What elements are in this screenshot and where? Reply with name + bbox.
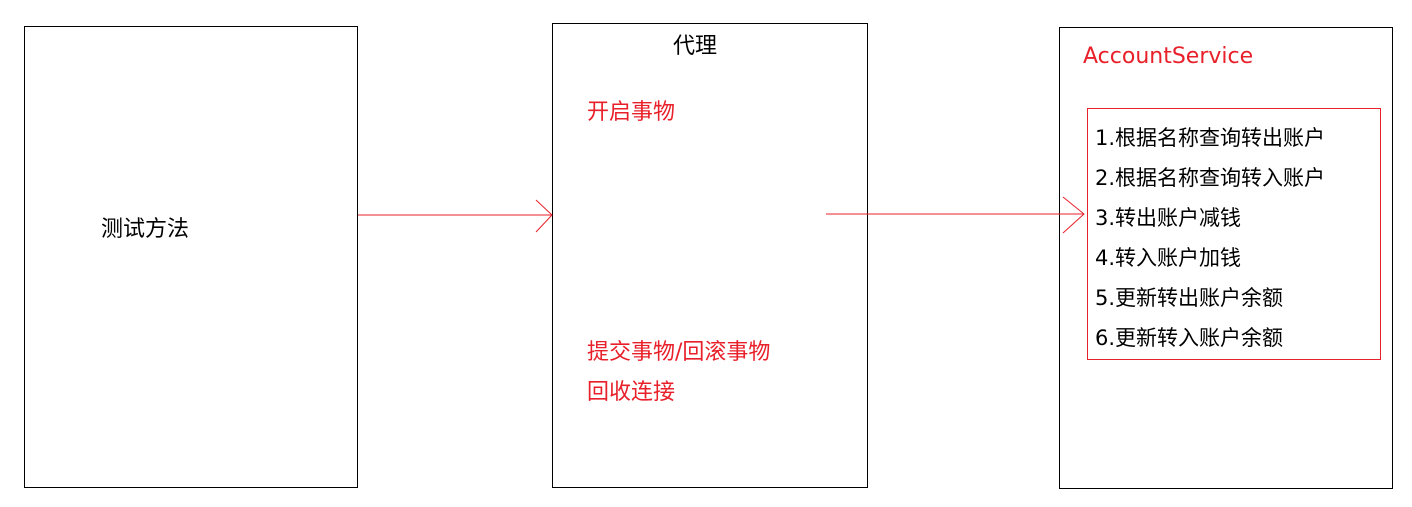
begin-transaction-label: 开启事物 <box>587 100 676 125</box>
steps-box: 1.根据名称查询转出账户 2.根据名称查询转入账户 3.转出账户减钱 4.转入账… <box>1087 108 1381 360</box>
step-item: 6.更新转入账户余额 <box>1095 326 1284 350</box>
arrow-test-to-proxy <box>358 199 553 233</box>
account-service-title: AccountService <box>1083 44 1254 69</box>
proxy-box: 代理 开启事物 提交事物/回滚事物 回收连接 <box>552 23 868 488</box>
test-method-label: 测试方法 <box>101 217 190 242</box>
test-method-box: 测试方法 <box>24 26 358 488</box>
steps-list: 1.根据名称查询转出账户 2.根据名称查询转入账户 3.转出账户减钱 4.转入账… <box>1095 118 1325 358</box>
commit-rollback-label: 提交事物/回滚事物 <box>587 340 771 365</box>
step-item: 5.更新转出账户余额 <box>1095 286 1284 310</box>
step-item: 4.转入账户加钱 <box>1095 246 1242 270</box>
step-item: 3.转出账户减钱 <box>1095 206 1242 230</box>
step-item: 1.根据名称查询转出账户 <box>1095 126 1326 150</box>
step-item: 2.根据名称查询转入账户 <box>1095 166 1326 190</box>
release-connection-label: 回收连接 <box>587 380 676 405</box>
proxy-title: 代理 <box>673 34 718 59</box>
